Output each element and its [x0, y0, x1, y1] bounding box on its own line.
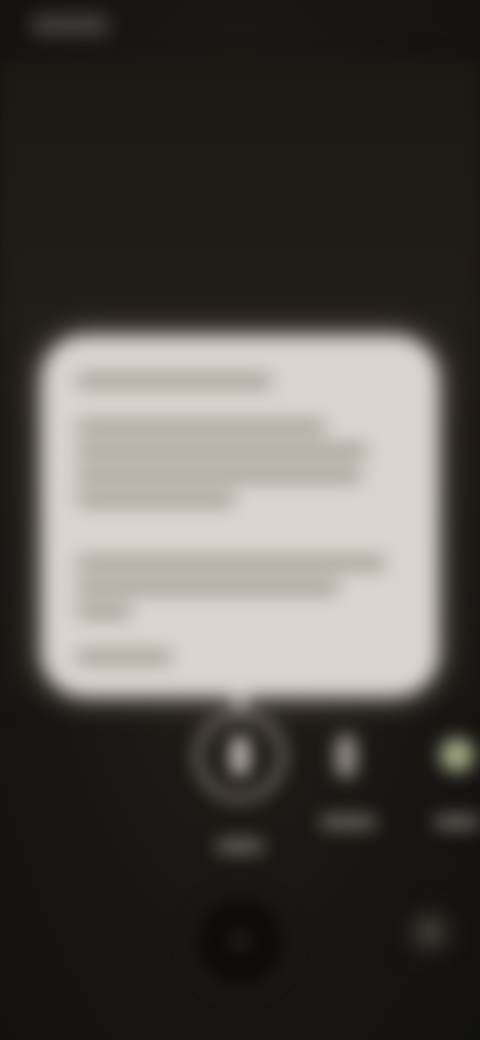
card-text-line — [76, 444, 368, 458]
card-text-line — [76, 420, 326, 434]
blurred-content — [0, 0, 480, 1040]
tooltip-card — [42, 336, 438, 696]
card-text-line — [76, 556, 386, 570]
circle-icon[interactable] — [440, 738, 474, 772]
phone-portrait-icon[interactable] — [336, 735, 356, 777]
shutter-icon — [232, 938, 248, 944]
mode-label — [320, 816, 376, 828]
card-text-line — [76, 580, 340, 594]
mode-label — [216, 840, 264, 852]
square-icon — [420, 922, 440, 942]
card-link-line[interactable] — [76, 650, 172, 664]
card-text-line — [76, 604, 132, 618]
card-text-line — [76, 492, 236, 506]
card-title-line — [76, 374, 272, 388]
camera-screen — [0, 0, 480, 1040]
phone-portrait-icon — [231, 737, 249, 775]
mode-label — [434, 816, 480, 828]
tooltip-arrow — [226, 690, 254, 712]
card-text-line — [76, 468, 362, 482]
status-bar — [30, 14, 110, 36]
